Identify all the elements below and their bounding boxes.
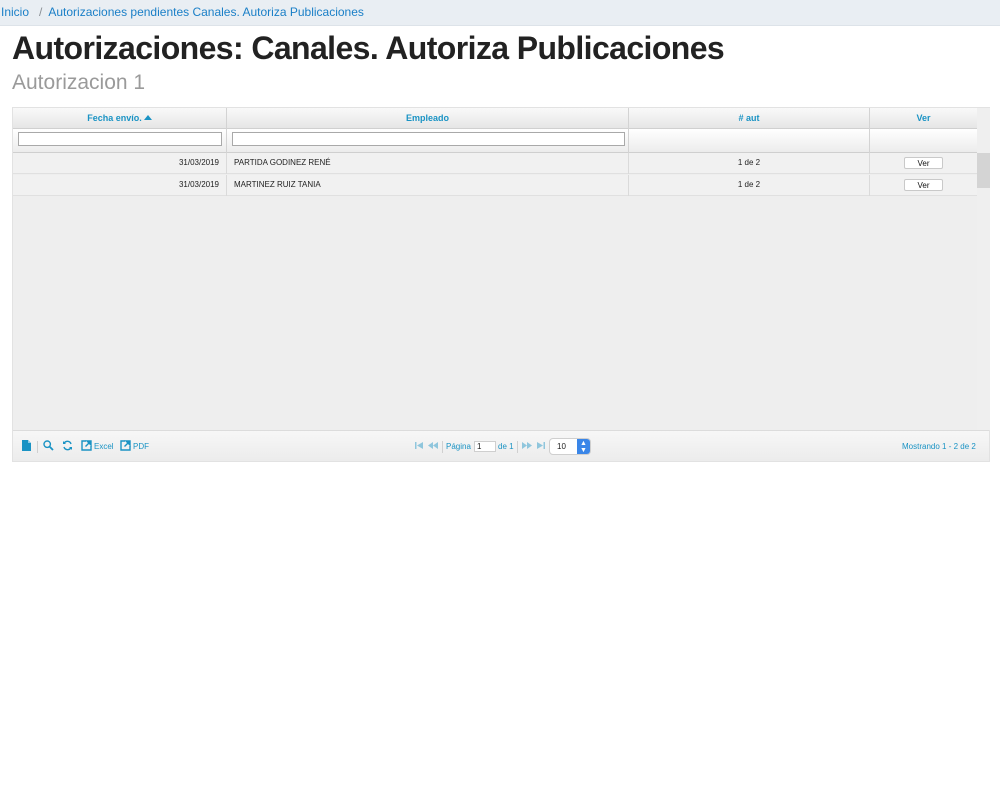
filter-empleado-input[interactable] xyxy=(232,132,625,146)
page-title: Autorizaciones: Canales. Autoriza Public… xyxy=(12,30,725,66)
rows-per-page-value: 10 xyxy=(557,442,566,451)
pager-separator xyxy=(37,441,38,453)
column-header-aut[interactable]: # aut xyxy=(629,108,870,129)
new-document-icon[interactable] xyxy=(22,440,31,455)
last-page-icon[interactable] xyxy=(536,440,545,454)
page-label: Página xyxy=(446,442,471,451)
table-row[interactable]: 31/03/2019 MARTINEZ RUIZ TANIA 1 de 2 Ve… xyxy=(13,175,977,196)
export-excel-icon[interactable] xyxy=(81,440,92,455)
page-total-label: de 1 xyxy=(498,442,514,451)
cell-fecha: 31/03/2019 xyxy=(13,175,227,196)
grid-pager: Excel PDF Página 1 de 1 10 ▲ ▼ Mostrando … xyxy=(13,430,989,461)
cell-ver: Ver xyxy=(870,175,977,196)
page-subtitle: Autorizacion 1 xyxy=(12,71,146,94)
column-header-fecha[interactable]: Fecha envío. xyxy=(13,108,227,129)
breadcrumb-current-link[interactable]: Autorizaciones pendientes Canales. Autor… xyxy=(48,5,364,19)
breadcrumb-home-link[interactable]: Inicio xyxy=(1,5,29,19)
cell-aut: 1 de 2 xyxy=(629,153,870,174)
pager-separator xyxy=(517,441,518,453)
filter-cell-fecha xyxy=(13,129,227,153)
next-page-icon[interactable] xyxy=(522,440,533,454)
filter-cell-empleado xyxy=(227,129,629,153)
table-row[interactable]: 31/03/2019 PARTIDA GODINEZ RENÉ 1 de 2 V… xyxy=(13,153,977,174)
chevron-up-down-icon: ▲ ▼ xyxy=(577,439,590,454)
records-info: Mostrando 1 - 2 de 2 xyxy=(902,442,976,451)
filter-fecha-input[interactable] xyxy=(18,132,222,146)
filter-row xyxy=(13,129,977,153)
authorizations-grid: Fecha envío. Empleado # aut Ver 31/03/20… xyxy=(12,107,990,462)
breadcrumb: Inicio / Autorizaciones pendientes Canales… xyxy=(0,0,1000,26)
ver-button[interactable]: Ver xyxy=(904,179,943,191)
column-header-empleado[interactable]: Empleado xyxy=(227,108,629,129)
first-page-icon[interactable] xyxy=(415,440,424,454)
grid-scrollbar-thumb[interactable] xyxy=(977,153,990,188)
page-number-input[interactable]: 1 xyxy=(474,441,496,452)
sort-ascending-icon[interactable] xyxy=(143,115,152,120)
cell-empleado: MARTINEZ RUIZ TANIA xyxy=(227,175,629,196)
previous-page-icon[interactable] xyxy=(428,440,439,454)
rows-per-page-select[interactable]: 10 ▲ ▼ xyxy=(549,438,591,455)
filter-cell-aut xyxy=(629,129,870,153)
export-pdf-icon[interactable] xyxy=(120,440,131,455)
export-excel-link[interactable]: Excel xyxy=(94,440,114,454)
filter-cell-ver xyxy=(870,129,977,153)
export-pdf-link[interactable]: PDF xyxy=(133,440,149,454)
cell-aut: 1 de 2 xyxy=(629,175,870,196)
ver-button[interactable]: Ver xyxy=(904,157,943,169)
pager-separator xyxy=(442,441,443,453)
cell-ver: Ver xyxy=(870,153,977,174)
column-header-ver[interactable]: Ver xyxy=(870,108,977,129)
grid-header: Fecha envío. Empleado # aut Ver xyxy=(13,108,977,129)
search-icon[interactable] xyxy=(43,440,54,455)
cell-empleado: PARTIDA GODINEZ RENÉ xyxy=(227,153,629,174)
breadcrumb-separator: / xyxy=(39,5,43,19)
cell-fecha: 31/03/2019 xyxy=(13,153,227,174)
column-header-fecha-label: Fecha envío. xyxy=(87,113,142,123)
refresh-icon[interactable] xyxy=(62,440,73,455)
